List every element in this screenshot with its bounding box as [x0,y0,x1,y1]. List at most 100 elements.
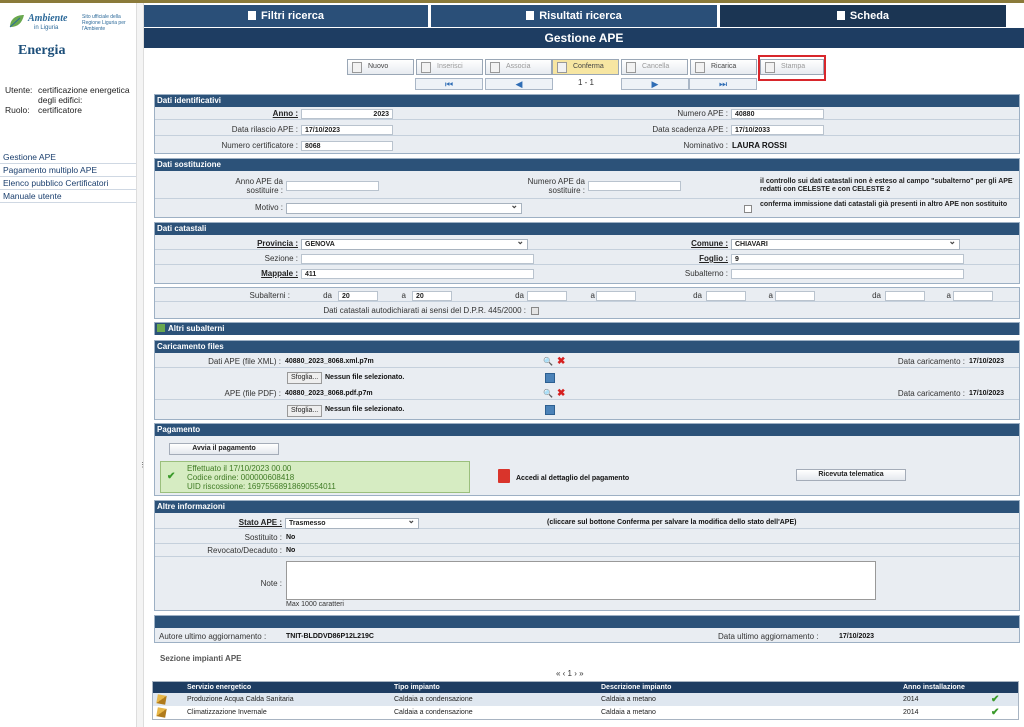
sidebar-item-elenco-certificatori[interactable]: Elenco pubblico Certificatori [0,177,136,190]
table-row[interactable]: Climatizzazione Invernale Caldaia a cond… [153,706,1018,719]
role-value: certificatore [38,105,82,115]
payment-date: Effettuato il 17/10/2023 00.00 [187,464,292,473]
comune-select[interactable]: CHIAVARI [731,237,960,250]
logo-sub: in Liguria [34,25,59,31]
associa-button[interactable]: Associa [485,59,552,75]
mappale-field[interactable]: 411 [301,269,534,279]
tab-label: Scheda [849,10,890,22]
revocato-label: Revocato/Decaduto : [207,546,282,555]
delete-xml-icon[interactable]: ✖ [557,357,565,367]
sezione-field[interactable] [301,254,534,264]
sub3-a-field[interactable] [775,291,815,301]
payment-status-box: ✔ Effettuato il 17/10/2023 00.00 Codice … [160,461,470,493]
numero-sostituire-field[interactable] [588,181,681,191]
ricarica-button[interactable]: Ricarica [690,59,757,75]
conferma-catastali-checkbox[interactable] [744,205,752,213]
conferma-button[interactable]: Conferma [552,59,619,75]
table-row[interactable]: Produzione Acqua Calda Sanitaria Caldaia… [153,693,1018,706]
avvia-pagamento-button[interactable]: Avvia il pagamento [169,443,279,455]
a-label: a [946,291,951,300]
form-row: Subalterni : da 20 a 20 da a da a da a [155,290,1019,302]
note-textarea[interactable] [286,561,876,600]
a-label: a [768,291,773,300]
nuovo-button[interactable]: Nuovo [347,59,414,75]
prev-record-button[interactable]: ◀ [485,78,553,90]
sidebar: Ambiente in Liguria Sito ufficiale della… [0,3,136,727]
last-record-button[interactable]: ⏭ [689,78,757,90]
numero-sostituire-label: Numero APE da sostituire : [527,177,585,195]
tab-risultati-ricerca[interactable]: Risultati ricerca [431,5,717,27]
anno-field[interactable]: 2023 [301,109,393,119]
data-scadenza-field[interactable]: 17/10/2033 [731,125,824,135]
sub2-a-field[interactable] [596,291,636,301]
cancella-button[interactable]: Cancella [621,59,688,75]
nominativo-value: LAURA ROSSI [732,141,787,150]
next-record-button[interactable]: ▶ [621,78,689,90]
tab-scheda[interactable]: Scheda [720,5,1006,27]
button-label: Conferma [573,63,604,70]
ricevuta-telematica-button[interactable]: Ricevuta telematica [796,469,906,481]
sub1-a-field[interactable]: 20 [412,291,452,301]
altri-subalterni-bar[interactable]: Altri subalterni [154,322,1020,335]
foglio-label: Foglio : [699,254,728,263]
subalterno-field[interactable] [731,269,964,279]
pdf-icon[interactable] [498,469,510,483]
motivo-select[interactable] [286,201,522,214]
data-caricamento-xml: 17/10/2023 [969,358,1005,365]
note-label: Note : [260,579,282,588]
save-pdf-icon[interactable] [545,405,555,415]
numero-cert-field[interactable]: 8068 [301,141,393,151]
autore-label: Autore ultimo aggiornamento : [159,632,267,641]
tab-filtri-ricerca[interactable]: Filtri ricerca [144,5,428,27]
form-row: Numero certificatore : 8068 Nominativo :… [155,140,1019,152]
ambiente-logo[interactable]: Ambiente in Liguria Sito ufficiale della… [6,11,131,37]
numero-ape-field[interactable]: 40880 [731,109,824,119]
autodichiarati-checkbox[interactable] [531,307,539,315]
view-icon[interactable]: 🔍 [543,389,553,398]
anno-sostituire-label: Anno APE da sostituire : [235,177,283,195]
sidebar-item-pagamento-multiplo[interactable]: Pagamento multiplo APE [0,164,136,177]
no-file-pdf: Nessun file selezionato. [325,406,405,413]
sub4-da-field[interactable] [885,291,925,301]
sidebar-splitter[interactable]: ⋮ [136,3,146,727]
section-ultimo-aggiornamento: Autore ultimo aggiornamento : TNIT-BLDDV… [154,615,1020,643]
form-row: Mappale : 411 Subalterno : [155,268,1019,280]
stato-ape-select[interactable]: Trasmesso [285,516,419,529]
stato-ape-label: Stato APE : [238,518,282,527]
section-header: Caricamento files [155,341,1019,353]
provincia-select[interactable]: GENOVA [301,237,528,250]
section-dati-sostituzione: Dati sostituzione Anno APE da sostituire… [154,158,1020,218]
edit-icon[interactable] [156,707,167,718]
sub1-da-field[interactable]: 20 [338,291,378,301]
form-row: Provincia : GENOVA Comune : CHIAVARI [155,237,1019,250]
edit-icon[interactable] [156,694,167,705]
sub2-da-field[interactable] [527,291,567,301]
first-record-button[interactable]: ⏮ [415,78,483,90]
a-label: a [401,291,406,300]
sub3-da-field[interactable] [706,291,746,301]
sidebar-item-gestione-ape[interactable]: Gestione APE [0,151,136,164]
document-icon [836,11,845,20]
form-row: Stato APE : Trasmesso (cliccare sul bott… [155,516,1019,529]
add-icon [157,324,165,332]
pdf-filename: 40880_2023_8068.pdf.p7m [285,390,373,397]
sidebar-item-manuale[interactable]: Manuale utente [0,190,136,203]
inserisci-button[interactable]: Inserisci [416,59,483,75]
form-row: Motivo : conferma immissione dati catast… [155,199,1019,217]
delete-pdf-icon[interactable]: ✖ [557,389,565,399]
sub4-a-field[interactable] [953,291,993,301]
browse-pdf-button[interactable]: Sfoglia... [287,405,323,417]
cell-servizio: Produzione Acqua Calda Sanitaria [187,696,294,703]
cell-tipo: Caldaia a condensazione [394,709,473,716]
no-file-xml: Nessun file selezionato. [325,374,405,381]
data-rilascio-field[interactable]: 17/10/2023 [301,125,393,135]
anno-sostituire-field[interactable] [286,181,379,191]
view-icon[interactable]: 🔍 [543,357,553,366]
foglio-field[interactable]: 9 [731,254,964,264]
browse-xml-button[interactable]: Sfoglia... [287,372,323,384]
dettaglio-pagamento-link[interactable]: Accedi al dettaglio del pagamento [516,473,629,485]
autore-value: TNIT-BLDDVD86P12L219C [286,633,374,640]
save-xml-icon[interactable] [545,373,555,383]
impianti-pager[interactable]: « ‹ 1 › » [556,669,584,678]
record-counter: 1 - 1 [578,78,595,87]
